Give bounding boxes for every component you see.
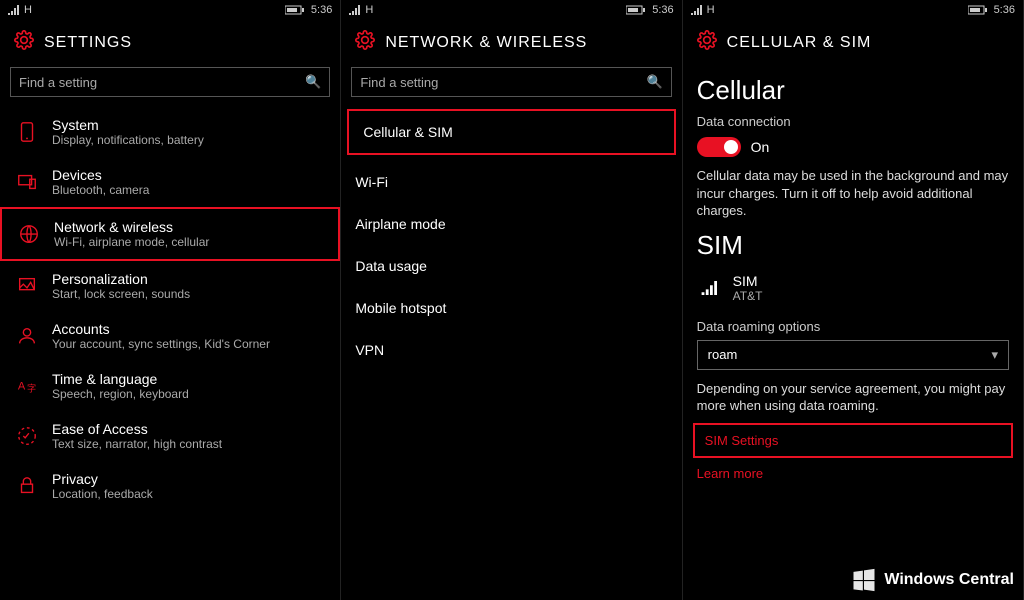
- item-title: Data usage: [355, 258, 427, 274]
- data-desc: Cellular data may be used in the backgro…: [683, 167, 1023, 226]
- search-input[interactable]: Find a setting 🔍: [351, 67, 671, 97]
- page-title: NETWORK & WIRELESS: [385, 34, 587, 52]
- item-title: Privacy: [52, 471, 153, 487]
- network-item-vpn[interactable]: VPN: [341, 329, 681, 371]
- header: CELLULAR & SIM: [683, 20, 1023, 63]
- item-sub: Speech, region, keyboard: [52, 387, 189, 401]
- time-language-icon: A字: [14, 373, 40, 399]
- globe-icon: [16, 221, 42, 247]
- item-sub: Start, lock screen, sounds: [52, 287, 190, 301]
- settings-item-ease-of-access[interactable]: Ease of AccessText size, narrator, high …: [0, 411, 340, 461]
- network-item-hotspot[interactable]: Mobile hotspot: [341, 287, 681, 329]
- item-title: Ease of Access: [52, 421, 222, 437]
- sim-row[interactable]: SIMAT&T: [683, 267, 1023, 313]
- settings-pane: H 5:36 SETTINGS Find a setting 🔍 SystemD…: [0, 0, 341, 600]
- signal-icon: [691, 4, 703, 16]
- signal-icon: [8, 4, 20, 16]
- header: SETTINGS: [0, 20, 340, 63]
- carrier-label: H: [707, 4, 715, 16]
- item-sub: Bluetooth, camera: [52, 183, 149, 197]
- network-pane: H 5:36 NETWORK & WIRELESS Find a setting…: [341, 0, 682, 600]
- network-item-cellular[interactable]: Cellular & SIM: [347, 109, 675, 155]
- item-sub: Text size, narrator, high contrast: [52, 437, 222, 451]
- item-title: VPN: [355, 342, 384, 358]
- sim-carrier: AT&T: [733, 289, 763, 303]
- learn-more-link[interactable]: Learn more: [683, 460, 1023, 487]
- item-title: Accounts: [52, 321, 270, 337]
- search-icon: 🔍: [305, 74, 321, 90]
- settings-list: SystemDisplay, notifications, battery De…: [0, 107, 340, 600]
- network-item-wifi[interactable]: Wi-Fi: [341, 161, 681, 203]
- personalization-icon: [14, 273, 40, 299]
- roaming-label: Data roaming options: [683, 313, 1023, 336]
- settings-item-system[interactable]: SystemDisplay, notifications, battery: [0, 107, 340, 157]
- ease-of-access-icon: [14, 423, 40, 449]
- signal-icon: [349, 4, 361, 16]
- battery-icon: [626, 4, 646, 16]
- settings-item-time-language[interactable]: A字 Time & languageSpeech, region, keyboa…: [0, 361, 340, 411]
- sim-settings-link[interactable]: SIM Settings: [693, 423, 1013, 458]
- network-item-data-usage[interactable]: Data usage: [341, 245, 681, 287]
- status-bar: H 5:36: [0, 0, 340, 20]
- settings-item-devices[interactable]: DevicesBluetooth, camera: [0, 157, 340, 207]
- header: NETWORK & WIRELESS: [341, 20, 681, 63]
- devices-icon: [14, 169, 40, 195]
- svg-text:字: 字: [27, 383, 36, 394]
- gear-icon: [697, 30, 717, 55]
- item-title: Airplane mode: [355, 216, 445, 232]
- clock: 5:36: [652, 4, 673, 16]
- chevron-down-icon: ▾: [991, 347, 998, 363]
- item-title: System: [52, 117, 204, 133]
- search-input[interactable]: Find a setting 🔍: [10, 67, 330, 97]
- item-title: Personalization: [52, 271, 190, 287]
- battery-icon: [285, 4, 305, 16]
- carrier-label: H: [24, 4, 32, 16]
- item-sub: Wi-Fi, airplane mode, cellular: [54, 235, 209, 249]
- privacy-icon: [14, 473, 40, 499]
- clock: 5:36: [994, 4, 1015, 16]
- network-item-airplane[interactable]: Airplane mode: [341, 203, 681, 245]
- item-title: Wi-Fi: [355, 174, 388, 190]
- item-title: Time & language: [52, 371, 189, 387]
- cellular-pane: H 5:36 CELLULAR & SIM Cellular Data conn…: [683, 0, 1024, 600]
- item-sub: Location, feedback: [52, 487, 153, 501]
- svg-text:A: A: [18, 381, 26, 393]
- settings-item-accounts[interactable]: AccountsYour account, sync settings, Kid…: [0, 311, 340, 361]
- roaming-select[interactable]: roam ▾: [697, 340, 1009, 370]
- carrier-label: H: [365, 4, 373, 16]
- roaming-value: roam: [708, 347, 738, 362]
- item-title: Network & wireless: [54, 219, 209, 235]
- page-title: CELLULAR & SIM: [727, 34, 872, 52]
- item-title: Devices: [52, 167, 149, 183]
- sim-signal-icon: [697, 281, 723, 295]
- accounts-icon: [14, 323, 40, 349]
- section-sim: SIM: [683, 226, 1023, 267]
- status-bar: H 5:36: [683, 0, 1023, 20]
- search-icon: 🔍: [646, 74, 662, 90]
- section-cellular: Cellular: [683, 63, 1023, 112]
- search-placeholder: Find a setting: [360, 75, 646, 90]
- data-connection-toggle[interactable]: [697, 137, 741, 157]
- item-title: Mobile hotspot: [355, 300, 446, 316]
- item-sub: Display, notifications, battery: [52, 133, 204, 147]
- clock: 5:36: [311, 4, 332, 16]
- settings-item-personalization[interactable]: PersonalizationStart, lock screen, sound…: [0, 261, 340, 311]
- roaming-desc: Depending on your service agreement, you…: [683, 380, 1023, 421]
- settings-item-privacy[interactable]: PrivacyLocation, feedback: [0, 461, 340, 511]
- data-connection-label: Data connection: [683, 112, 1023, 131]
- item-sub: Your account, sync settings, Kid's Corne…: [52, 337, 270, 351]
- toggle-state: On: [751, 139, 770, 155]
- battery-icon: [968, 4, 988, 16]
- item-title: Cellular & SIM: [363, 124, 452, 140]
- gear-icon: [355, 30, 375, 55]
- status-bar: H 5:36: [341, 0, 681, 20]
- search-placeholder: Find a setting: [19, 75, 305, 90]
- network-list: Cellular & SIM Wi-Fi Airplane mode Data …: [341, 107, 681, 600]
- system-icon: [14, 119, 40, 145]
- settings-item-network[interactable]: Network & wirelessWi-Fi, airplane mode, …: [0, 207, 340, 261]
- gear-icon: [14, 30, 34, 55]
- page-title: SETTINGS: [44, 34, 132, 52]
- sim-name: SIM: [733, 273, 763, 289]
